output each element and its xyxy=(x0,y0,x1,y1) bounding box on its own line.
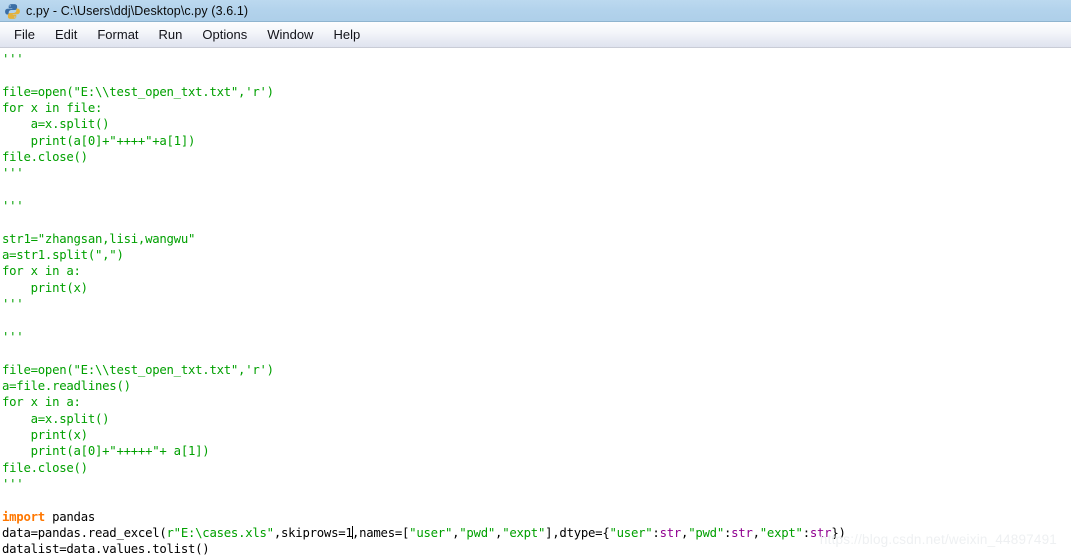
code-token: datalist=data.values.tolist() xyxy=(2,542,210,555)
code-token: "user" xyxy=(609,525,653,540)
menu-item-help[interactable]: Help xyxy=(324,25,369,45)
menu-item-options[interactable]: Options xyxy=(193,25,256,45)
code-line: file=open("E:\\test_open_txt.txt",'r') xyxy=(2,84,1071,100)
watermark-text: https://blog.csdn.net/weixin_44897491 xyxy=(819,532,1057,547)
code-line: ''' xyxy=(2,476,1071,492)
code-token: str xyxy=(731,525,753,540)
code-token: str1="zhangsan,lisi,wangwu" xyxy=(2,231,196,246)
code-token: ''' xyxy=(2,329,24,344)
code-token: print(a[0]+"+++++"+ a[1]) xyxy=(2,444,210,459)
code-token: ,skiprows=1 xyxy=(273,525,353,540)
menu-item-window[interactable]: Window xyxy=(258,25,322,45)
code-token: file.close() xyxy=(2,150,88,165)
code-line: file=open("E:\\test_open_txt.txt",'r') xyxy=(2,362,1071,378)
code-token: "expt" xyxy=(502,525,546,540)
code-token: ''' xyxy=(2,199,24,214)
code-token: for x in a: xyxy=(2,264,81,279)
code-token: str xyxy=(659,525,682,540)
code-line: a=file.readlines() xyxy=(2,378,1071,394)
code-line: ''' xyxy=(2,51,1071,67)
code-token: a=file.readlines() xyxy=(2,378,131,393)
code-editor-area[interactable]: ''' file=open("E:\\test_open_txt.txt",'r… xyxy=(0,48,1071,555)
code-line: for x in a: xyxy=(2,394,1071,410)
code-token: ''' xyxy=(2,166,24,181)
code-token: data=pandas.read_excel( xyxy=(2,525,167,540)
code-line: ''' xyxy=(2,329,1071,345)
code-token: a=x.split() xyxy=(2,117,110,132)
code-token: "pwd" xyxy=(688,525,724,540)
code-token: ],dtype={ xyxy=(545,525,610,540)
code-token: import xyxy=(2,509,45,524)
code-token: file.close() xyxy=(2,460,88,475)
code-token: print(x) xyxy=(2,427,88,442)
code-line: print(x) xyxy=(2,280,1071,296)
menu-bar: File Edit Format Run Options Window Help xyxy=(0,22,1071,48)
code-line: print(x) xyxy=(2,427,1071,443)
window-title-text: c.py - C:\Users\ddj\Desktop\c.py (3.6.1) xyxy=(26,3,249,18)
code-line: a=x.split() xyxy=(2,116,1071,132)
code-line: for x in a: xyxy=(2,263,1071,279)
code-line: a=str1.split(",") xyxy=(2,247,1071,263)
code-token: "pwd" xyxy=(459,525,496,540)
code-token: print(x) xyxy=(2,280,88,295)
code-line: ''' xyxy=(2,165,1071,181)
code-line: ''' xyxy=(2,296,1071,312)
code-line: import pandas xyxy=(2,509,1071,525)
window-title-bar[interactable]: c.py - C:\Users\ddj\Desktop\c.py (3.6.1) xyxy=(0,0,1071,22)
code-token: for x in a: xyxy=(2,395,81,410)
code-token: a=x.split() xyxy=(2,411,110,426)
code-token: file=open("E:\\test_open_txt.txt",'r') xyxy=(2,362,274,377)
code-token: ''' xyxy=(2,476,24,491)
code-line: for x in file: xyxy=(2,100,1071,116)
code-token: print(a[0]+"++++"+a[1]) xyxy=(2,133,196,148)
code-line: a=x.split() xyxy=(2,411,1071,427)
code-token: , xyxy=(752,525,760,540)
code-token: ''' xyxy=(2,52,24,66)
code-line: ''' xyxy=(2,198,1071,214)
python-idle-icon xyxy=(4,3,21,20)
menu-item-file[interactable]: File xyxy=(5,25,44,45)
code-line: print(a[0]+"++++"+a[1]) xyxy=(2,133,1071,149)
code-token: r"E:\cases.xls" xyxy=(166,525,275,540)
menu-item-format[interactable]: Format xyxy=(88,25,147,45)
code-line: file.close() xyxy=(2,149,1071,165)
code-line: file.close() xyxy=(2,460,1071,476)
code-token: ,names=[ xyxy=(351,525,410,540)
menu-item-edit[interactable]: Edit xyxy=(46,25,86,45)
code-token: file=open("E:\\test_open_txt.txt",'r') xyxy=(2,84,274,99)
menu-item-run[interactable]: Run xyxy=(150,25,192,45)
code-token: for x in file: xyxy=(2,101,103,116)
code-token: "user" xyxy=(409,525,453,540)
code-line: print(a[0]+"+++++"+ a[1]) xyxy=(2,443,1071,459)
code-line: str1="zhangsan,lisi,wangwu" xyxy=(2,231,1071,247)
code-token: pandas xyxy=(44,509,95,524)
source-code[interactable]: ''' file=open("E:\\test_open_txt.txt",'r… xyxy=(2,51,1071,555)
code-token: ''' xyxy=(2,297,24,312)
code-token: a=str1.split(",") xyxy=(2,248,124,263)
code-token: : xyxy=(652,525,660,540)
code-token: : xyxy=(802,525,810,540)
code-token: "expt" xyxy=(759,525,803,540)
